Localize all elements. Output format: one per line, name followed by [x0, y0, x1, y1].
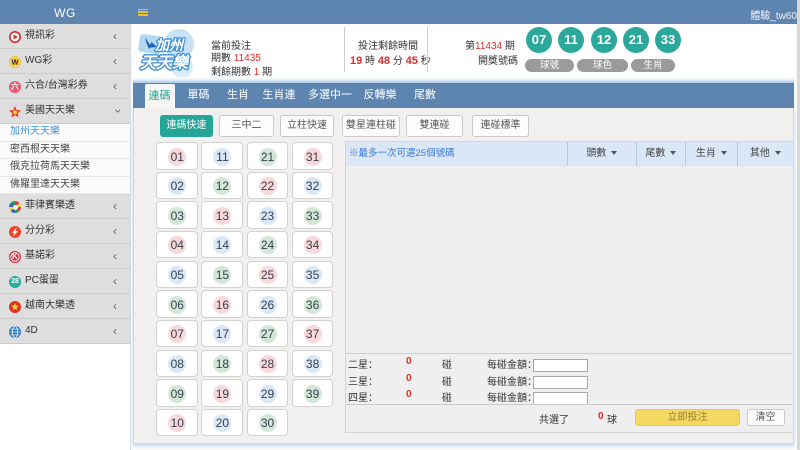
svg-text:加州: 加州 [154, 37, 185, 53]
svg-text:W: W [12, 57, 19, 66]
svg-text:天天樂: 天天樂 [140, 54, 191, 72]
